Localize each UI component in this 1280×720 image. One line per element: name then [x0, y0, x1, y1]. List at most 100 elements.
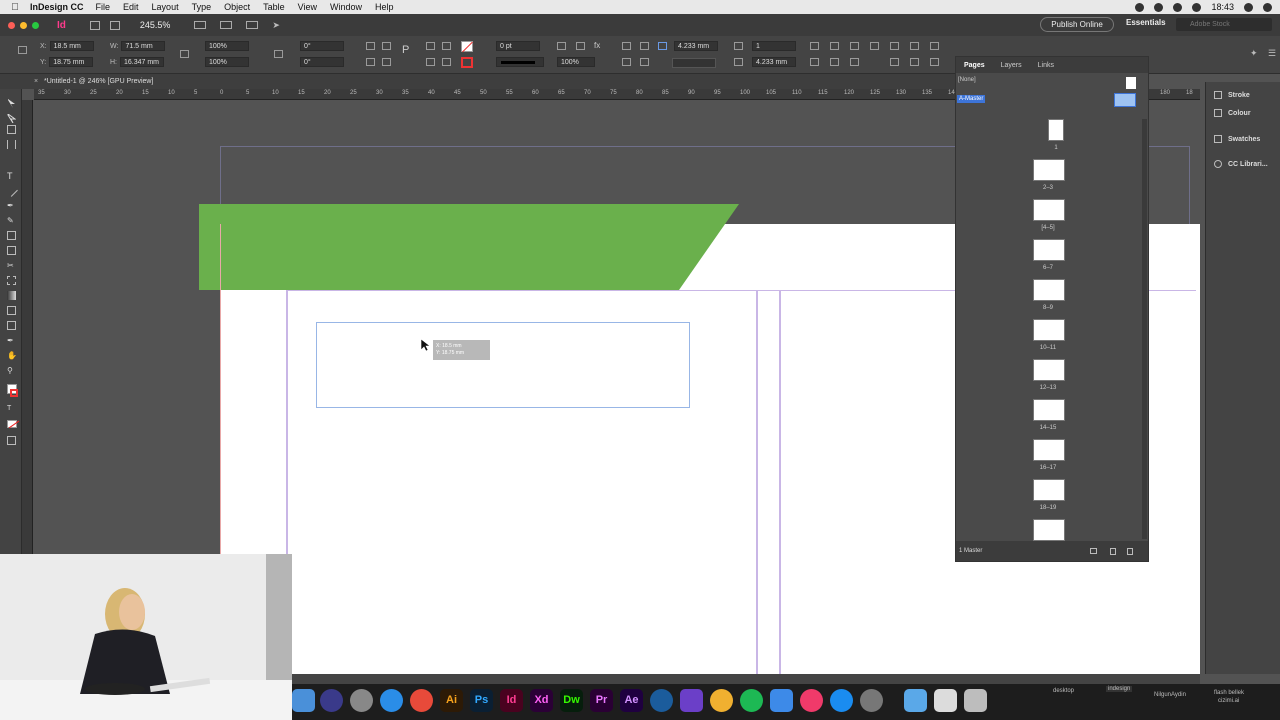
imovie-icon[interactable]: [680, 689, 703, 712]
scissors-tool-icon[interactable]: ✂: [7, 261, 16, 270]
rotate-cw-icon[interactable]: [366, 42, 375, 50]
record-icon[interactable]: [1135, 2, 1145, 12]
columns-field[interactable]: 1: [752, 41, 796, 51]
selection-tool-icon[interactable]: [7, 95, 16, 108]
stroke-color-icon[interactable]: [10, 389, 18, 397]
y-position-field[interactable]: 18.75 mm: [49, 57, 94, 67]
select-previous-icon[interactable]: [442, 42, 451, 50]
align-bottom-icon[interactable]: [850, 42, 859, 50]
fit-content-icon[interactable]: [640, 58, 649, 66]
notification-icon[interactable]: [1263, 2, 1272, 12]
swatches-panel-button[interactable]: Swatches: [1214, 135, 1260, 143]
app-menu[interactable]: InDesign CC: [30, 2, 84, 12]
offset-field-1[interactable]: 4.233 mm: [674, 41, 718, 51]
desktop-label[interactable]: desktop: [1053, 688, 1074, 694]
photos-icon[interactable]: [710, 689, 733, 712]
none-master-thumb[interactable]: [1126, 77, 1136, 89]
fill-swatch-icon[interactable]: [461, 41, 473, 53]
close-tab-icon[interactable]: ×: [34, 74, 38, 89]
screen-mode-tool-icon[interactable]: [7, 436, 16, 445]
after-effects-icon[interactable]: Ae: [620, 689, 643, 712]
effects-icon[interactable]: fx: [594, 41, 600, 50]
menu-view[interactable]: View: [298, 2, 317, 12]
flip-vertical-icon[interactable]: [382, 58, 391, 66]
xd-icon[interactable]: Xd: [530, 689, 553, 712]
align-left-icon[interactable]: [870, 42, 879, 50]
document-tab[interactable]: × *Untitled-1 @ 246% [GPU Preview]: [0, 74, 955, 89]
tab-layers[interactable]: Layers: [993, 62, 1030, 69]
none-master-item[interactable]: [None]: [958, 77, 976, 83]
siri-icon[interactable]: [320, 689, 343, 712]
align-top-icon[interactable]: [810, 42, 819, 50]
menu-object[interactable]: Object: [224, 2, 250, 12]
keynote-icon[interactable]: [770, 689, 793, 712]
adobe-stock-search[interactable]: Adobe Stock: [1176, 18, 1272, 31]
drop-shadow-icon[interactable]: [576, 42, 585, 50]
rectangle-frame-tool-icon[interactable]: [7, 231, 16, 240]
x-position-field[interactable]: 18.5 mm: [49, 41, 94, 51]
page-thumb[interactable]: [1033, 439, 1065, 461]
search-icon[interactable]: [1244, 2, 1253, 12]
page-thumb[interactable]: [1033, 359, 1065, 381]
stroke-weight-field[interactable]: 0 pt: [496, 41, 540, 51]
system-preferences-icon[interactable]: [860, 689, 883, 712]
minimize-window-icon[interactable]: [20, 21, 27, 29]
workspace-switcher[interactable]: Essentials: [1126, 18, 1166, 27]
page-thumb[interactable]: [1033, 199, 1065, 221]
columns-icon[interactable]: [734, 42, 743, 50]
flash-bellek-label[interactable]: flash bellek: [1214, 690, 1244, 696]
page-thumb[interactable]: [1033, 279, 1065, 301]
gap-tool-icon[interactable]: [7, 140, 16, 149]
page-thumb[interactable]: [1033, 519, 1065, 541]
tab-pages[interactable]: Pages: [956, 62, 993, 69]
opacity-field[interactable]: 100%: [557, 57, 595, 67]
align-center-icon[interactable]: [830, 42, 839, 50]
arrange-documents-icon[interactable]: [246, 21, 259, 29]
vertical-ruler[interactable]: [22, 100, 33, 554]
control-panel-menu-icon[interactable]: ☰: [1268, 48, 1276, 59]
free-transform-tool-icon[interactable]: [7, 276, 16, 285]
creative-cloud-icon[interactable]: [1154, 2, 1164, 12]
publish-icon[interactable]: ➤: [272, 20, 280, 31]
distribute-left-icon[interactable]: [890, 58, 899, 66]
offset-field-2[interactable]: 4.233 mm: [752, 57, 796, 67]
volume-icon[interactable]: [1192, 2, 1202, 12]
direct-selection-tool-icon[interactable]: [7, 110, 17, 124]
menu-table[interactable]: Table: [263, 2, 285, 12]
view-options-icon[interactable]: [194, 21, 207, 29]
tab-links[interactable]: Links: [1030, 62, 1062, 69]
wrap-none-icon[interactable]: [622, 42, 631, 50]
align-right-icon[interactable]: [910, 42, 919, 50]
colour-panel-button[interactable]: Colour: [1214, 109, 1251, 117]
menu-type[interactable]: Type: [192, 2, 212, 12]
page-thumb[interactable]: [1033, 399, 1065, 421]
new-page-icon[interactable]: [1110, 548, 1116, 555]
wrap-bounding-box-icon[interactable]: [640, 42, 649, 50]
apple-icon[interactable]: : [0, 2, 30, 13]
apply-none-icon[interactable]: [7, 420, 20, 429]
gradient-swatch-tool-icon[interactable]: [7, 291, 16, 300]
cizimi-label[interactable]: cizimi.ai: [1218, 698, 1239, 704]
page-tool-icon[interactable]: [7, 125, 16, 134]
reference-point-icon[interactable]: [18, 46, 27, 54]
constrain-scale-icon[interactable]: [274, 50, 283, 58]
a-master-item[interactable]: A-Master: [957, 95, 986, 103]
itunes-icon[interactable]: [800, 689, 823, 712]
chrome-icon[interactable]: [410, 689, 433, 712]
finder-icon[interactable]: [292, 689, 315, 712]
stroke-swatch-icon[interactable]: [461, 57, 473, 68]
distribute-spacing-icon[interactable]: [930, 58, 939, 66]
corner-options-icon[interactable]: [557, 42, 566, 50]
align-hcenter-icon[interactable]: [890, 42, 899, 50]
select-container-icon[interactable]: [426, 42, 435, 50]
cc-libraries-panel-button[interactable]: CC Librari...: [1214, 160, 1268, 168]
rotation-angle-field[interactable]: 0°: [300, 41, 344, 51]
hand-tool-icon[interactable]: ✋: [7, 351, 17, 360]
formatting-affects-container-icon[interactable]: T: [7, 405, 16, 414]
menu-layout[interactable]: Layout: [152, 2, 179, 12]
page-thumb[interactable]: [1033, 159, 1065, 181]
green-header-shape[interactable]: [199, 204, 744, 292]
gradient-feather-tool-icon[interactable]: [7, 306, 16, 315]
select-content-icon[interactable]: [426, 58, 435, 66]
eyedropper-tool-icon[interactable]: ✒: [7, 336, 16, 345]
